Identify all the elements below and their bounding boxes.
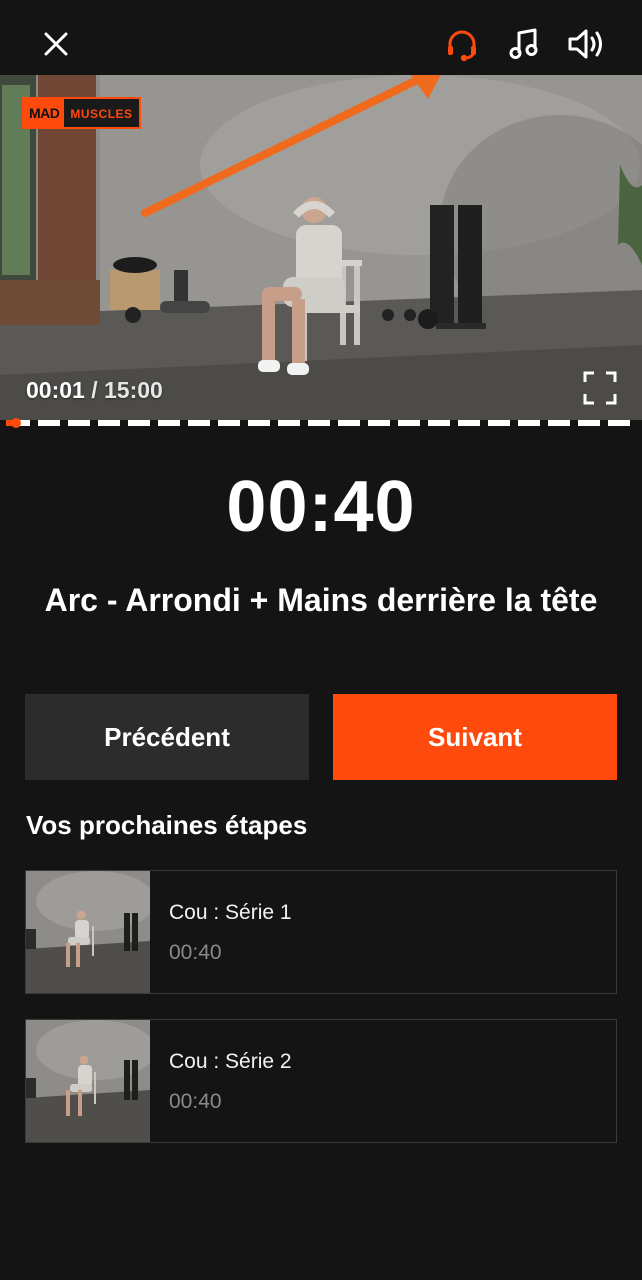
- music-button[interactable]: [500, 20, 548, 68]
- brand-logo-left: MAD: [24, 99, 65, 127]
- step-name: Cou : Série 1: [169, 901, 292, 924]
- close-icon: [44, 32, 68, 56]
- total-time: 15:00: [104, 377, 163, 403]
- progress-segment: [38, 420, 60, 426]
- brand-logo: MAD MUSCLES: [22, 97, 141, 129]
- video-player[interactable]: MAD MUSCLES 00:01 / 15:00: [0, 75, 642, 420]
- exercise-timer: 00:40: [226, 467, 416, 547]
- previous-button[interactable]: Précédent: [25, 694, 309, 780]
- progress-segment: [338, 420, 360, 426]
- step-thumbnail: [26, 1020, 150, 1142]
- step-duration: 00:40: [169, 941, 222, 964]
- current-time: 00:01: [26, 377, 85, 403]
- progress-segment: [488, 420, 510, 426]
- progress-segment: [158, 420, 180, 426]
- next-button[interactable]: Suivant: [333, 694, 617, 780]
- progress-segment: [428, 420, 450, 426]
- exercise-title: Arc - Arrondi + Mains derrière la tête: [44, 582, 598, 618]
- step-duration: 00:40: [169, 1090, 222, 1113]
- progress-segment: [398, 420, 420, 426]
- next-step-card[interactable]: Cou : Série 2 00:40: [25, 1019, 617, 1143]
- progress-scrubber[interactable]: [11, 418, 21, 428]
- progress-segment: [458, 420, 480, 426]
- next-steps-title: Vos prochaines étapes: [26, 810, 308, 840]
- progress-segment: [368, 420, 390, 426]
- progress-segment: [608, 420, 630, 426]
- video-timecode: 00:01 / 15:00: [26, 377, 163, 404]
- progress-segment: [128, 420, 150, 426]
- next-step-card[interactable]: Cou : Série 1 00:40: [25, 870, 617, 994]
- progress-segment: [188, 420, 210, 426]
- progress-segment: [278, 420, 300, 426]
- progress-segment: [308, 420, 330, 426]
- fullscreen-icon: [583, 371, 617, 405]
- progress-segment: [98, 420, 120, 426]
- music-note-icon: [509, 28, 538, 59]
- volume-button[interactable]: [562, 20, 610, 68]
- fullscreen-button[interactable]: [582, 370, 618, 406]
- progress-segment: [218, 420, 240, 426]
- video-progress-bar[interactable]: [0, 418, 642, 428]
- brand-logo-right: MUSCLES: [70, 107, 133, 121]
- progress-segment: [248, 420, 270, 426]
- time-separator: /: [84, 377, 104, 403]
- workout-player-screen: MAD MUSCLES 00:01 / 15:00 00:40 Arc - Ar…: [0, 0, 642, 1280]
- headphones-icon: [448, 30, 476, 62]
- progress-segment: [68, 420, 90, 426]
- progress-segment: [548, 420, 570, 426]
- progress-segment: [578, 420, 600, 426]
- top-bar: [0, 0, 642, 78]
- volume-icon: [568, 29, 602, 59]
- headphones-button[interactable]: [438, 20, 486, 68]
- step-name: Cou : Série 2: [169, 1050, 292, 1073]
- close-button[interactable]: [32, 20, 80, 68]
- step-thumbnail: [26, 871, 150, 993]
- progress-segment: [518, 420, 540, 426]
